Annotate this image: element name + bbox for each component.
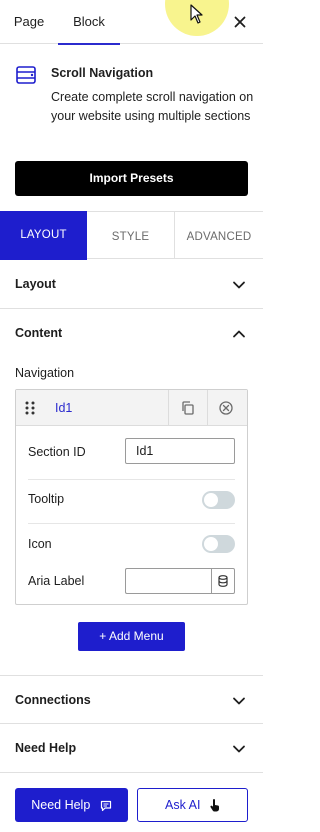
aria-label-input[interactable]	[125, 568, 212, 594]
panel-layout[interactable]: Layout	[0, 260, 263, 309]
drag-handle-icon[interactable]	[24, 400, 36, 416]
chevron-up-icon	[233, 330, 245, 338]
aria-label-label: Aria Label	[28, 574, 85, 588]
navigation-label: Navigation	[15, 366, 75, 380]
divider	[28, 479, 235, 480]
tab-page[interactable]: Page	[0, 0, 58, 44]
close-icon	[234, 16, 246, 28]
divider	[207, 390, 208, 426]
sidebar-tabs: Page Block	[0, 0, 263, 45]
panel-connections[interactable]: Connections	[0, 675, 263, 724]
navigation-item-title: Id1	[55, 401, 73, 415]
tab-block[interactable]: Block	[58, 0, 120, 45]
duplicate-icon[interactable]	[180, 400, 196, 416]
block-description: Create complete scroll navigation on you…	[51, 90, 254, 123]
icon-toggle[interactable]	[202, 535, 235, 553]
panel-need-help-title: Need Help	[15, 741, 77, 755]
panel-connections-title: Connections	[15, 693, 91, 707]
section-id-label: Section ID	[28, 445, 86, 459]
chevron-down-icon	[233, 745, 245, 753]
chevron-down-icon	[233, 281, 245, 289]
add-menu-button[interactable]: + Add Menu	[78, 622, 185, 651]
ask-ai-button[interactable]: Ask AI	[137, 788, 248, 822]
panel-content-title: Content	[15, 326, 63, 340]
ask-ai-label: Ask AI	[165, 798, 201, 812]
chevron-down-icon	[233, 697, 245, 705]
dynamic-data-button[interactable]	[211, 568, 235, 594]
style-tabs: LAYOUT STYLE ADVANCED	[0, 211, 263, 260]
need-help-button[interactable]: Need Help	[15, 788, 128, 822]
chat-bubble-icon	[100, 800, 111, 811]
section-id-input[interactable]: Id1	[125, 438, 235, 464]
pointer-hand-icon	[210, 799, 219, 812]
need-help-label: Need Help	[31, 798, 91, 812]
tab-advanced[interactable]: ADVANCED	[175, 212, 263, 259]
divider	[28, 523, 235, 524]
tooltip-label: Tooltip	[28, 492, 65, 506]
scroll-navigation-icon	[16, 66, 36, 84]
database-icon	[218, 575, 228, 587]
remove-circle-icon[interactable]	[218, 400, 234, 416]
tab-layout[interactable]: LAYOUT	[0, 211, 87, 260]
navigation-item: Id1 Section ID Id1 Tooltip Icon Aria Lab…	[15, 389, 248, 605]
panel-content[interactable]: Content	[0, 309, 263, 358]
divider	[168, 390, 169, 426]
tooltip-toggle[interactable]	[202, 491, 235, 509]
navigation-item-header[interactable]: Id1	[16, 390, 247, 426]
block-title: Scroll Navigation	[51, 66, 154, 80]
panel-layout-title: Layout	[15, 277, 56, 291]
tab-style[interactable]: STYLE	[87, 212, 175, 259]
icon-label: Icon	[28, 537, 52, 551]
mouse-cursor-icon	[190, 4, 203, 24]
panel-need-help[interactable]: Need Help	[0, 724, 263, 773]
close-sidebar-button[interactable]	[228, 10, 252, 34]
import-presets-button[interactable]: Import Presets	[15, 161, 248, 196]
